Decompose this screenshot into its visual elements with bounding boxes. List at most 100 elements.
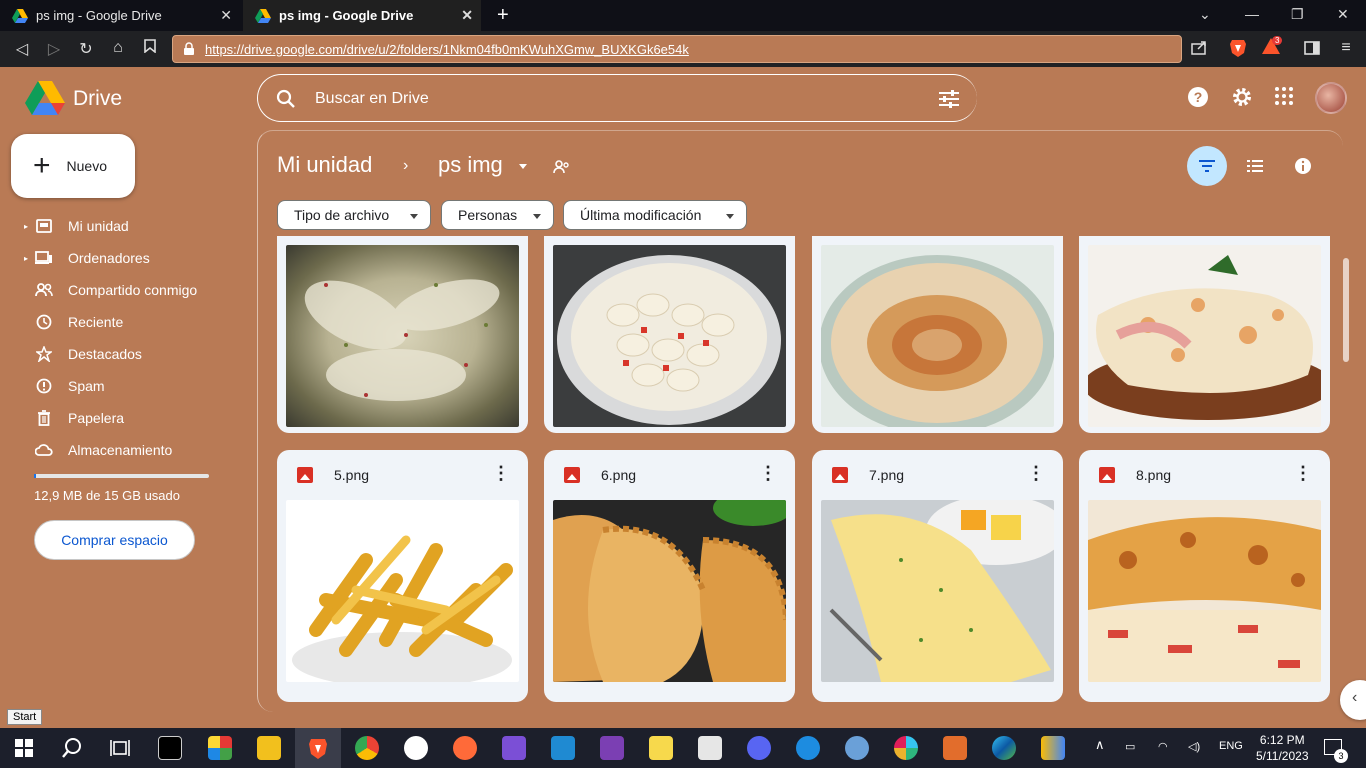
visual-studio-icon[interactable] xyxy=(502,736,526,760)
storage-usage-fill xyxy=(34,474,36,478)
gear-app-icon[interactable] xyxy=(845,736,869,760)
more-options-icon[interactable]: ⋮ xyxy=(492,464,510,482)
apps-grid-icon[interactable] xyxy=(1274,86,1294,106)
browser-tab-active[interactable]: ps img - Google Drive ✕ xyxy=(243,0,481,31)
info-icon xyxy=(1295,158,1311,174)
reload-icon[interactable]: ↻ xyxy=(76,39,96,59)
expand-caret-icon[interactable]: ▸ xyxy=(24,254,34,263)
breadcrumb-root[interactable]: Mi unidad xyxy=(277,152,372,178)
file-card[interactable]: 5.png ⋮ xyxy=(277,450,528,702)
file-card[interactable] xyxy=(1079,236,1330,433)
more-options-icon[interactable]: ⋮ xyxy=(759,464,777,482)
windows-start-icon[interactable] xyxy=(12,736,36,760)
window-close-icon[interactable]: ✕ xyxy=(1337,6,1349,23)
file-explorer-icon[interactable] xyxy=(257,736,281,760)
search-icon[interactable] xyxy=(60,736,84,760)
file-card[interactable]: 8.png ⋮ xyxy=(1079,450,1330,702)
new-button[interactable]: + Nuevo xyxy=(11,134,135,198)
sidebar-item-starred[interactable]: Destacados xyxy=(24,342,142,366)
onenote-icon[interactable] xyxy=(600,736,624,760)
image-file-icon xyxy=(832,467,848,483)
file-card[interactable]: 7.png ⋮ xyxy=(812,450,1063,702)
details-button[interactable] xyxy=(1283,146,1323,186)
settings-app-icon[interactable] xyxy=(698,736,722,760)
new-tab-icon[interactable]: + xyxy=(497,5,509,25)
restore-icon[interactable]: ❐ xyxy=(1291,6,1304,23)
search-bar[interactable]: Buscar en Drive xyxy=(257,74,977,122)
help-icon[interactable]: ? xyxy=(1187,86,1209,108)
sidebar-item-recent[interactable]: Reciente xyxy=(24,310,123,334)
sidebar-item-trash[interactable]: Papelera xyxy=(24,406,124,430)
home-icon[interactable]: ⌂ xyxy=(108,39,128,57)
browser-tab[interactable]: ps img - Google Drive ✕ xyxy=(0,0,240,31)
more-options-icon[interactable]: ⋮ xyxy=(1294,464,1312,482)
task-view-icon[interactable] xyxy=(108,736,132,760)
battery-icon[interactable]: ▭ xyxy=(1125,740,1135,753)
menu-icon[interactable]: ≡ xyxy=(1336,39,1356,57)
brave-shields-icon[interactable] xyxy=(1228,38,1248,58)
file-card[interactable] xyxy=(277,236,528,433)
file-card[interactable] xyxy=(812,236,1063,433)
account-avatar[interactable] xyxy=(1315,82,1347,114)
dev-app-icon[interactable] xyxy=(208,736,232,760)
sidebar-toggle-icon[interactable] xyxy=(1302,38,1322,58)
settings-gear-icon[interactable] xyxy=(1231,86,1253,108)
filter-chip-people[interactable]: Personas xyxy=(441,200,554,230)
taskbar-clock[interactable]: 6:12 PM 5/11/2023 xyxy=(1256,732,1309,764)
folder-menu-caret-icon[interactable] xyxy=(519,164,527,169)
address-bar[interactable]: https://drive.google.com/drive/u/2/folde… xyxy=(172,35,1182,63)
file-name: 6.png xyxy=(601,467,637,483)
sidebar-item-label: Mi unidad xyxy=(68,218,129,234)
sticky-notes-icon[interactable] xyxy=(649,736,673,760)
bookmark-icon[interactable] xyxy=(140,39,160,58)
expand-caret-icon[interactable]: ▸ xyxy=(24,222,34,231)
media-player-icon[interactable] xyxy=(943,736,967,760)
sidebar-item-spam[interactable]: Spam xyxy=(24,374,105,398)
pen-app-icon[interactable] xyxy=(453,736,477,760)
breadcrumb-current-folder[interactable]: ps img xyxy=(438,152,503,178)
filter-chip-modified[interactable]: Última modificación xyxy=(563,200,747,230)
linux-app-icon[interactable] xyxy=(404,736,428,760)
docker-icon[interactable] xyxy=(796,736,820,760)
search-icon[interactable] xyxy=(276,89,296,109)
list-view-button[interactable] xyxy=(1235,146,1275,186)
drive-logo-icon[interactable] xyxy=(25,80,65,116)
drive-app-icon[interactable] xyxy=(1041,736,1065,760)
sidebar-item-my-drive[interactable]: ▸ Mi unidad xyxy=(24,214,129,238)
sidebar-item-shared-with-me[interactable]: Compartido conmigo xyxy=(24,278,197,302)
discord-icon[interactable] xyxy=(747,736,771,760)
minimize-icon[interactable]: — xyxy=(1245,6,1259,22)
show-hidden-icons-chevron[interactable]: ∧ xyxy=(1095,737,1105,753)
chrome-icon[interactable] xyxy=(355,736,379,760)
tab-search-icon[interactable]: ⌄ xyxy=(1199,6,1211,23)
language-indicator[interactable]: ENG xyxy=(1219,740,1243,752)
file-card[interactable]: 6.png ⋮ xyxy=(544,450,795,702)
file-card[interactable] xyxy=(544,236,795,433)
buy-storage-button[interactable]: Comprar espacio xyxy=(34,520,195,560)
forward-icon[interactable]: ▷ xyxy=(44,39,64,59)
volume-icon[interactable]: ◁) xyxy=(1188,740,1200,753)
filter-chip-file-type[interactable]: Tipo de archivo xyxy=(277,200,431,230)
close-tab-icon[interactable]: ✕ xyxy=(461,7,473,24)
clock-icon xyxy=(34,312,54,332)
slack-icon[interactable] xyxy=(894,736,918,760)
more-options-icon[interactable]: ⋮ xyxy=(1027,464,1045,482)
back-icon[interactable]: ◁ xyxy=(12,39,32,59)
vscode-icon[interactable] xyxy=(551,736,575,760)
sidebar-item-storage[interactable]: Almacenamiento xyxy=(24,438,172,462)
taskbar-active-app[interactable] xyxy=(295,728,341,768)
side-panel-toggle-button[interactable]: ‹ xyxy=(1340,680,1366,720)
file-thumbnail-image xyxy=(553,500,786,682)
filter-toggle-button[interactable] xyxy=(1187,146,1227,186)
sidebar-item-computers[interactable]: ▸ Ordenadores xyxy=(24,246,150,270)
terminal-app-icon[interactable] xyxy=(158,736,182,760)
search-options-icon[interactable] xyxy=(938,89,960,109)
storage-usage-text: 12,9 MB de 15 GB usado xyxy=(34,488,180,503)
close-tab-icon[interactable]: ✕ xyxy=(220,7,232,24)
scrollbar-thumb[interactable] xyxy=(1343,258,1349,362)
chevron-down-icon xyxy=(533,214,541,219)
share-icon[interactable] xyxy=(1189,38,1209,58)
wifi-icon[interactable]: ◠ xyxy=(1158,740,1168,753)
brave-rewards-button[interactable]: 3 xyxy=(1261,36,1283,58)
edge-icon[interactable] xyxy=(992,736,1016,760)
